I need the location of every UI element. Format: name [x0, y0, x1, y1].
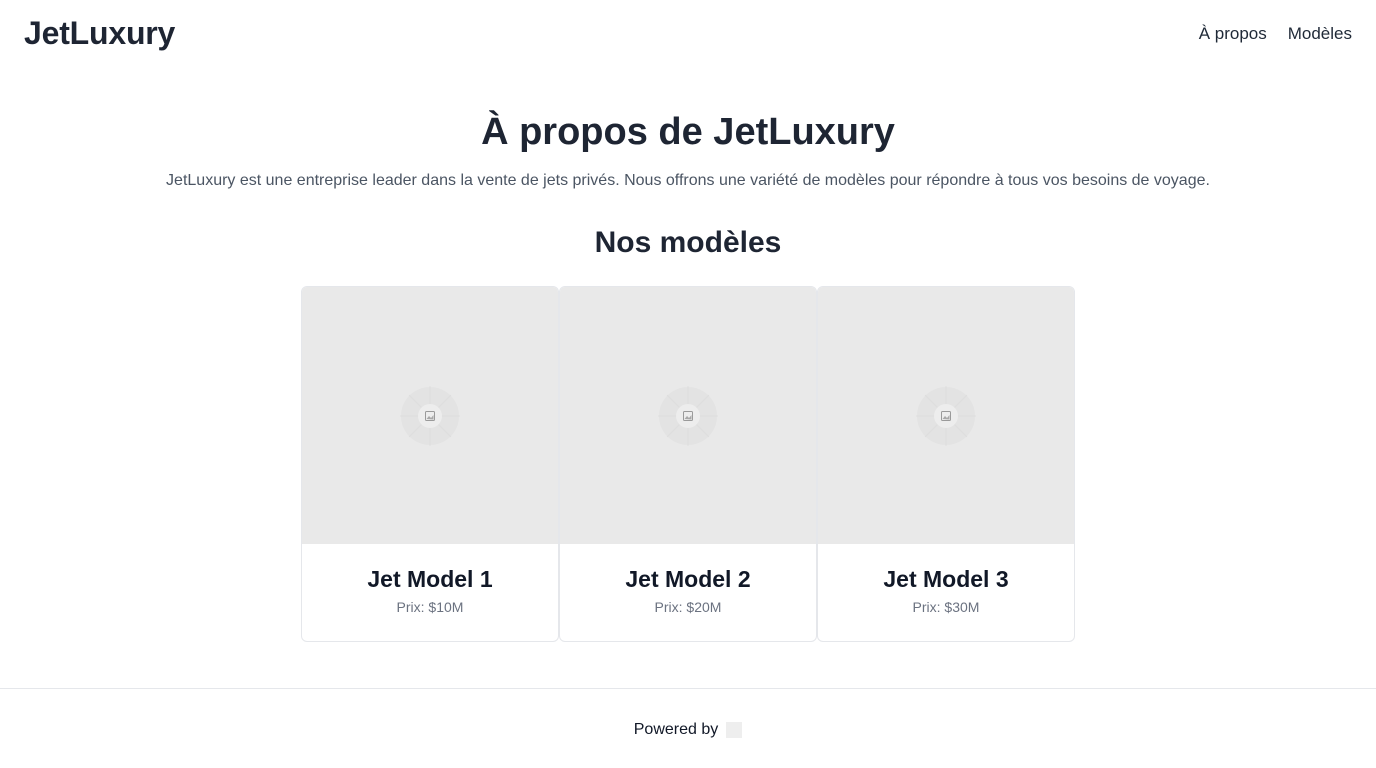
model-name: Jet Model 1	[367, 566, 493, 592]
model-name: Jet Model 2	[625, 566, 751, 592]
powered-by: Powered by	[0, 721, 1376, 739]
model-image	[302, 287, 558, 544]
model-price: Prix: $20M	[654, 599, 722, 615]
brand-logo[interactable]: JetLuxury	[24, 15, 175, 52]
model-image	[560, 287, 816, 544]
model-image	[818, 287, 1074, 544]
image-placeholder-icon	[658, 385, 718, 446]
main-nav: À propos Modèles	[1199, 24, 1352, 44]
model-card-list: Jet Model 1 Prix: $10M Jet Model 2 Prix:…	[301, 286, 1075, 642]
models-title: Nos modèles	[594, 226, 782, 259]
site-header: JetLuxury À propos Modèles	[0, 0, 1376, 70]
model-name: Jet Model 3	[883, 566, 1009, 592]
powered-by-label: Powered by	[633, 721, 719, 738]
image-placeholder-icon	[400, 385, 460, 446]
model-price: Prix: $30M	[912, 599, 980, 615]
model-card[interactable]: Jet Model 1 Prix: $10M	[301, 286, 559, 642]
about-description: JetLuxury est une entreprise leader dans…	[166, 172, 1210, 189]
about-title: À propos de JetLuxury	[481, 111, 895, 153]
nav-link-about[interactable]: À propos	[1199, 24, 1267, 44]
model-card[interactable]: Jet Model 3 Prix: $30M	[817, 286, 1075, 642]
site-footer: Powered by	[0, 688, 1376, 768]
model-price: Prix: $10M	[396, 599, 464, 615]
logo-placeholder-icon[interactable]	[726, 722, 743, 738]
model-card[interactable]: Jet Model 2 Prix: $20M	[559, 286, 817, 642]
image-placeholder-icon	[916, 385, 976, 446]
nav-link-models[interactable]: Modèles	[1288, 24, 1352, 44]
